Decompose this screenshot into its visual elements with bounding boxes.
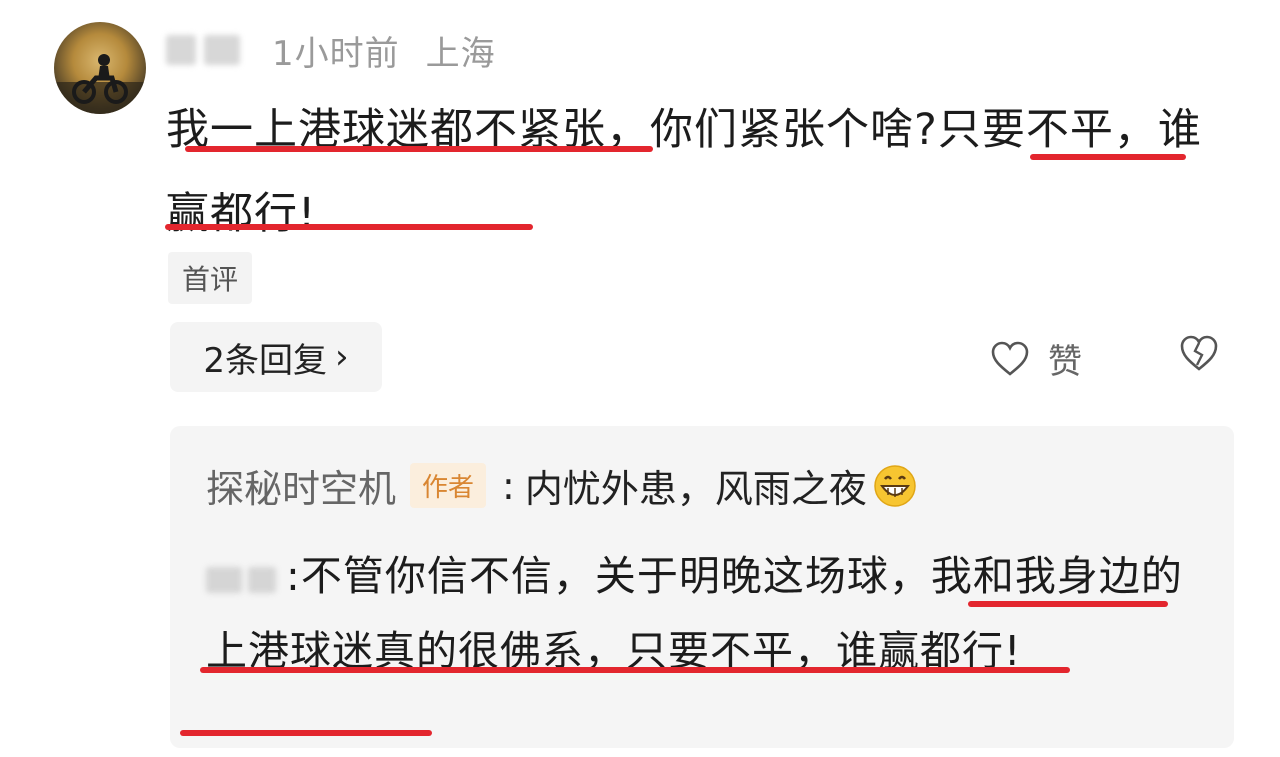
reply-text: 内忧外患，风雨之夜 xyxy=(524,467,867,511)
like-label: 赞 xyxy=(1048,342,1082,382)
quoted-comment: :不管你信不信，关于明晚这场球，我和我身边的上港球迷真的很佛系，只要不平，谁赢都… xyxy=(206,540,1196,687)
quoted-separator: : xyxy=(286,552,301,600)
author-reply[interactable]: 探秘时空机 作者 : 内忧外患，风雨之夜 xyxy=(206,458,917,513)
underline-annotation xyxy=(180,730,432,736)
comment-meta: 1小时前 上海 xyxy=(272,26,496,75)
view-replies-button[interactable]: 2条回复 › xyxy=(170,322,382,392)
first-comment-tag: 首评 xyxy=(168,252,253,304)
comment-location: 上海 xyxy=(425,34,496,74)
underline-annotation xyxy=(185,146,653,152)
broken-heart-icon xyxy=(1180,335,1218,371)
user-avatar[interactable] xyxy=(54,22,146,114)
quoted-text: 不管你信不信，关于明晚这场球，我和我身边的上港球迷真的很佛系，只要不平，谁赢都行… xyxy=(206,552,1183,675)
chevron-right-icon: › xyxy=(335,337,349,377)
username-blurred[interactable] xyxy=(166,30,246,70)
reply-separator: : xyxy=(502,463,515,508)
comment-time: 1小时前 xyxy=(272,34,400,74)
comment-text: 我一上港球迷都不紧张，你们紧张个啥?只要不平，谁赢都行! xyxy=(166,105,1202,239)
grinning-face-icon xyxy=(874,464,916,507)
underline-annotation xyxy=(1030,154,1186,160)
author-badge: 作者 xyxy=(410,463,487,508)
underline-annotation xyxy=(968,601,1168,607)
dislike-button[interactable] xyxy=(1178,334,1220,376)
motorcycle-icon xyxy=(54,54,146,114)
like-button[interactable]: 赞 xyxy=(990,334,1082,383)
underline-annotation xyxy=(200,667,1070,673)
underline-annotation xyxy=(165,224,533,230)
reply-author[interactable]: 探秘时空机 xyxy=(206,458,396,513)
reply-count-label: 2条回复 xyxy=(203,340,328,381)
quoted-username-blurred[interactable] xyxy=(206,543,282,615)
heart-outline-icon xyxy=(991,341,1029,376)
